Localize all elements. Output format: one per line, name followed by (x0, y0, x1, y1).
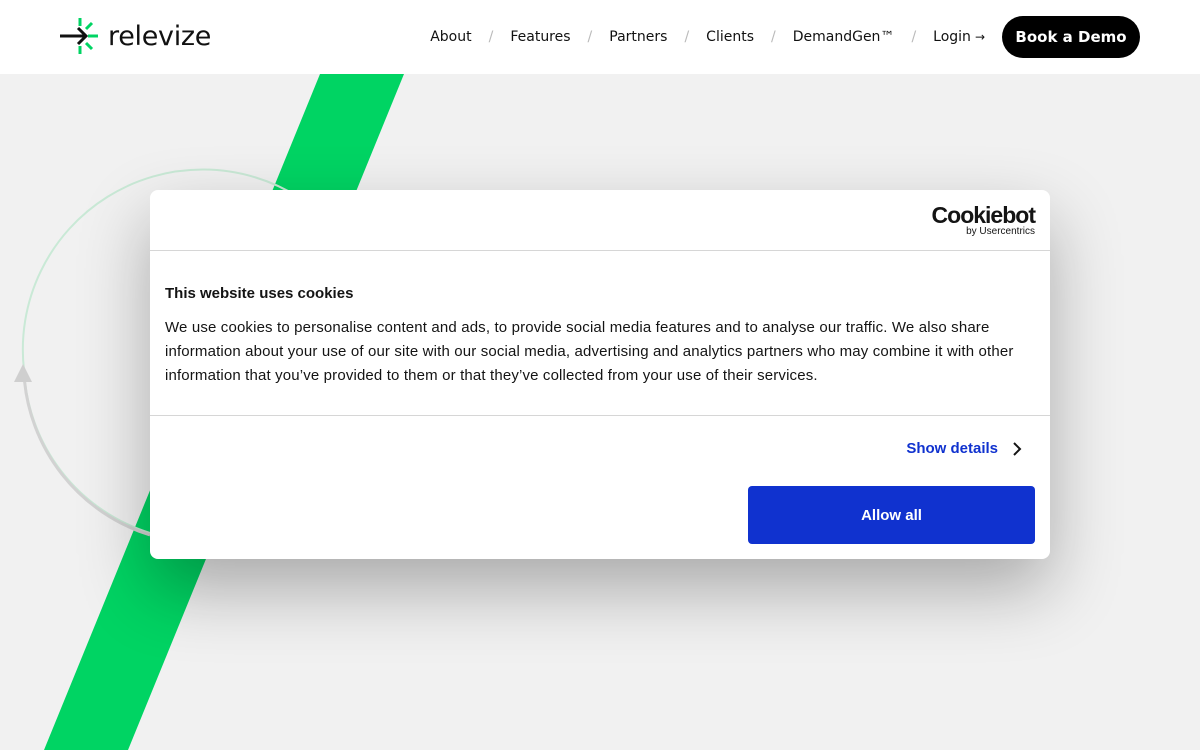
logo-wordmark: relevize (108, 20, 212, 52)
site-header: relevize About / Features / Partners / C… (0, 0, 1200, 74)
arrow-right-icon: → (974, 30, 985, 44)
nav-separator: / (771, 29, 776, 45)
allow-all-button[interactable]: Allow all (748, 486, 1035, 544)
decorative-circle-arc-grey (22, 374, 151, 537)
nav-demandgen[interactable]: DemandGen™ (793, 29, 895, 45)
cookiebot-wordmark: Cookiebot (931, 202, 1036, 228)
show-details-link[interactable]: Show details (906, 440, 1022, 457)
main-nav: About / Features / Partners / Clients / … (430, 0, 985, 74)
cookie-dialog-header: Cookiebot by Usercentrics (150, 190, 1050, 251)
nav-separator: / (587, 29, 593, 45)
cookie-consent-dialog: Cookiebot by Usercentrics This website u… (150, 190, 1050, 559)
cookie-dialog-text: We use cookies to personalise content an… (165, 319, 1014, 384)
cookiebot-logo[interactable]: Cookiebot by Usercentrics (931, 202, 1036, 238)
cookie-dialog-title: This website uses cookies (165, 285, 354, 302)
nav-clients[interactable]: Clients (706, 29, 754, 45)
nav-separator: / (488, 29, 494, 45)
relevize-logo[interactable]: relevize (60, 16, 211, 56)
cookie-dialog-body: This website uses cookies We use cookies… (150, 251, 1050, 416)
nav-about[interactable]: About (430, 29, 471, 45)
nav-partners[interactable]: Partners (609, 29, 667, 45)
arrow-up-icon (14, 364, 32, 382)
book-demo-button[interactable]: Book a Demo (1002, 16, 1140, 58)
nav-features[interactable]: Features (510, 29, 570, 45)
nav-separator: / (911, 29, 917, 45)
chevron-right-icon (1013, 441, 1022, 456)
show-details-label: Show details (906, 440, 998, 457)
login-label: Login (933, 29, 971, 45)
nav-login[interactable]: Login → (933, 29, 985, 45)
nav-separator: / (684, 29, 690, 45)
relevize-logo-icon (60, 18, 98, 54)
